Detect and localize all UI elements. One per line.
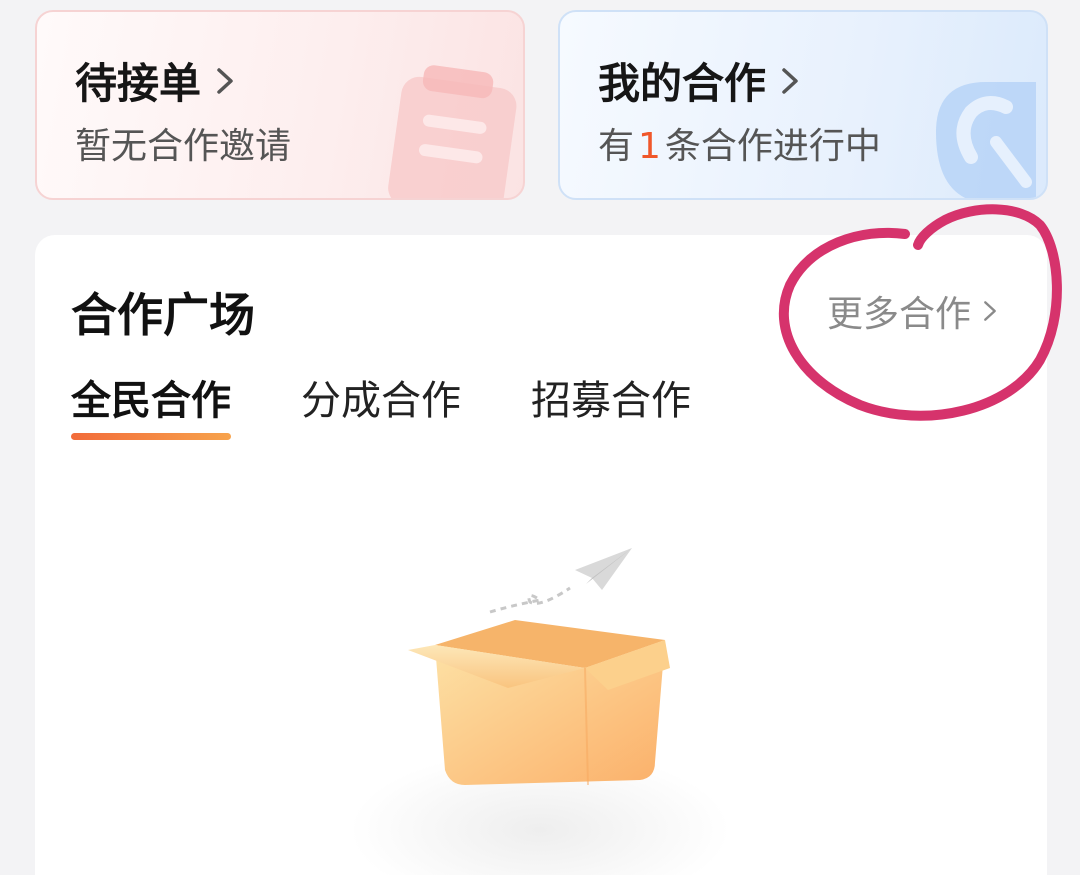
pending-orders-subtitle: 暂无合作邀请 bbox=[75, 126, 292, 167]
subtitle-prefix: 有 bbox=[598, 126, 635, 167]
handshake-icon bbox=[936, 82, 1036, 198]
chevron-right-icon bbox=[782, 67, 798, 94]
more-collaborations-label: 更多合作 bbox=[827, 294, 972, 335]
my-collaborations-title: 我的合作 bbox=[598, 59, 767, 108]
pending-orders-title: 待接单 bbox=[75, 59, 202, 108]
tab-recruitment-cooperation[interactable]: 招募合作 bbox=[531, 368, 691, 440]
pending-orders-title-row: 待接单 bbox=[75, 50, 239, 111]
tab-revenue-share-cooperation[interactable]: 分成合作 bbox=[301, 368, 461, 440]
tab-label: 全民合作 bbox=[71, 378, 231, 424]
tab-label: 分成合作 bbox=[301, 378, 461, 424]
collaboration-page: 待接单 暂无合作邀请 我的合作 有 1 条合作进行中 合作广场 更多合作 全民合… bbox=[0, 0, 1080, 875]
chevron-right-icon bbox=[984, 301, 996, 321]
subtitle-suffix: 条合作进行中 bbox=[664, 126, 881, 167]
active-tab-indicator bbox=[71, 433, 231, 440]
active-count: 1 bbox=[638, 126, 661, 167]
my-collaborations-card[interactable]: 我的合作 有 1 条合作进行中 bbox=[558, 10, 1048, 200]
my-collaborations-title-row: 我的合作 bbox=[598, 50, 804, 111]
tab-label: 招募合作 bbox=[531, 378, 691, 424]
clipboard-icon bbox=[388, 65, 517, 198]
cooperation-tabs: 全民合作 分成合作 招募合作 bbox=[71, 368, 691, 440]
cooperation-square-title: 合作广场 bbox=[71, 288, 255, 342]
my-collaborations-subtitle: 有 1 条合作进行中 bbox=[598, 117, 881, 169]
empty-box-icon bbox=[350, 548, 730, 875]
tab-all-people-cooperation[interactable]: 全民合作 bbox=[71, 368, 231, 440]
more-collaborations-link[interactable]: 更多合作 bbox=[827, 285, 1001, 337]
pending-orders-card[interactable]: 待接单 暂无合作邀请 bbox=[35, 10, 525, 200]
chevron-right-icon bbox=[217, 67, 233, 94]
